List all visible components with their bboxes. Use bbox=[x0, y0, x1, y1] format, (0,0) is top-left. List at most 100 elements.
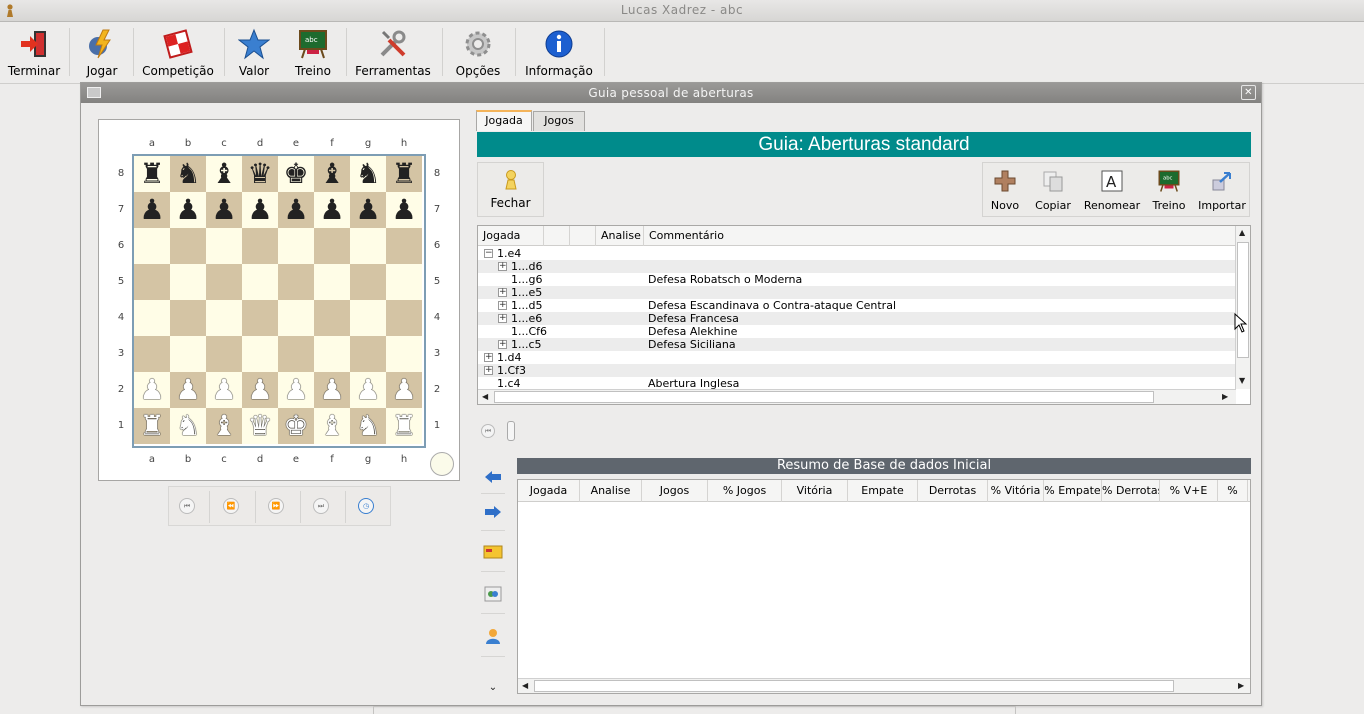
database-icon[interactable] bbox=[483, 584, 503, 604]
column-header-analise[interactable]: Analise bbox=[596, 226, 644, 246]
tree-row[interactable]: +1...d5 Defesa Escandinava o Contra-ataqu… bbox=[478, 299, 1236, 312]
board-square-b4[interactable] bbox=[170, 300, 206, 336]
board-square-b6[interactable] bbox=[170, 228, 206, 264]
expand-icon[interactable]: + bbox=[498, 314, 507, 323]
person-icon[interactable] bbox=[483, 626, 503, 646]
train-guide-button[interactable]: abc Treino bbox=[1149, 163, 1189, 216]
board-square-c7[interactable]: ♟ bbox=[206, 192, 242, 228]
tree-row[interactable]: 1...Cf6 Defesa Alekhine bbox=[478, 325, 1236, 338]
summary-column-header[interactable]: % V+E bbox=[1160, 480, 1218, 502]
toolbar-opcoes-button[interactable]: Opções bbox=[447, 22, 509, 82]
white-queen-icon[interactable]: ♛ bbox=[247, 412, 272, 440]
tree-row[interactable]: −1.e4 bbox=[478, 247, 1236, 260]
board-square-b5[interactable] bbox=[170, 264, 206, 300]
board-square-b8[interactable]: ♞ bbox=[170, 156, 206, 192]
board-square-d4[interactable] bbox=[242, 300, 278, 336]
board-square-d5[interactable] bbox=[242, 264, 278, 300]
board-square-d7[interactable]: ♟ bbox=[242, 192, 278, 228]
white-pawn-icon[interactable]: ♟ bbox=[139, 376, 164, 404]
chess-board[interactable]: ♜ ♞ ♝ ♛ ♚ ♝ ♞ ♜ ♟ ♟ ♟ ♟ ♟ ♟ ♟ ♟ ♟ ♟ ♟ ♟ ♟ ♟ ♟ ♟ ♜ ♞ ♝ ♛ ♚ ♝ ♞ ♜ bbox=[132, 154, 426, 448]
board-square-g8[interactable]: ♞ bbox=[350, 156, 386, 192]
black-knight-icon[interactable]: ♞ bbox=[175, 160, 200, 188]
arrow-left-icon[interactable] bbox=[483, 467, 503, 487]
scroll-thumb[interactable] bbox=[494, 391, 1154, 403]
board-square-h6[interactable] bbox=[386, 228, 422, 264]
nav-forward-button[interactable]: ⏩ bbox=[268, 498, 284, 514]
summary-column-header[interactable]: Jogada bbox=[518, 480, 580, 502]
toolbar-informacao-button[interactable]: Informação bbox=[520, 22, 598, 82]
tree-navigation-slider[interactable]: ⏮ bbox=[479, 419, 519, 443]
board-square-c1[interactable]: ♝ bbox=[206, 408, 242, 444]
toolbar-jogar-button[interactable]: Jogar bbox=[74, 22, 130, 82]
white-pawn-icon[interactable]: ♟ bbox=[247, 376, 272, 404]
board-square-a8[interactable]: ♜ bbox=[134, 156, 170, 192]
white-rook-icon[interactable]: ♜ bbox=[391, 412, 416, 440]
black-bishop-icon[interactable]: ♝ bbox=[319, 160, 344, 188]
board-square-c2[interactable]: ♟ bbox=[206, 372, 242, 408]
board-square-f5[interactable] bbox=[314, 264, 350, 300]
board-square-e8[interactable]: ♚ bbox=[278, 156, 314, 192]
scroll-down-icon[interactable]: ▼ bbox=[1239, 376, 1245, 385]
toolbar-ferramentas-button[interactable]: Ferramentas bbox=[352, 22, 434, 82]
white-pawn-icon[interactable]: ♟ bbox=[391, 376, 416, 404]
column-header-blank[interactable] bbox=[544, 226, 570, 246]
rename-guide-button[interactable]: A Renomear bbox=[1083, 163, 1141, 216]
board-square-f7[interactable]: ♟ bbox=[314, 192, 350, 228]
board-square-f4[interactable] bbox=[314, 300, 350, 336]
new-guide-button[interactable]: Novo bbox=[985, 163, 1025, 216]
black-pawn-icon[interactable]: ♟ bbox=[175, 196, 200, 224]
rewind-icon[interactable]: ⏮ bbox=[481, 424, 495, 438]
toolbar-terminar-button[interactable]: Terminar bbox=[2, 22, 66, 82]
board-square-g6[interactable] bbox=[350, 228, 386, 264]
board-square-e5[interactable] bbox=[278, 264, 314, 300]
board-square-h1[interactable]: ♜ bbox=[386, 408, 422, 444]
scroll-thumb[interactable] bbox=[1237, 242, 1249, 358]
expand-icon[interactable]: + bbox=[498, 301, 507, 310]
chevron-double-down-icon[interactable]: ⌄ bbox=[483, 677, 503, 697]
close-guide-button[interactable]: Fechar bbox=[477, 162, 544, 217]
board-square-e7[interactable]: ♟ bbox=[278, 192, 314, 228]
white-knight-icon[interactable]: ♞ bbox=[355, 412, 380, 440]
board-square-h7[interactable]: ♟ bbox=[386, 192, 422, 228]
arrow-right-icon[interactable] bbox=[483, 502, 503, 522]
board-square-c5[interactable] bbox=[206, 264, 242, 300]
board-square-f2[interactable]: ♟ bbox=[314, 372, 350, 408]
board-square-d6[interactable] bbox=[242, 228, 278, 264]
white-king-icon[interactable]: ♚ bbox=[283, 412, 308, 440]
board-square-f8[interactable]: ♝ bbox=[314, 156, 350, 192]
summary-column-header[interactable]: Jogos bbox=[642, 480, 708, 502]
scroll-left-icon[interactable]: ◀ bbox=[522, 681, 528, 690]
board-square-b2[interactable]: ♟ bbox=[170, 372, 206, 408]
tree-row[interactable]: +1...c5 Defesa Siciliana bbox=[478, 338, 1236, 351]
black-bishop-icon[interactable]: ♝ bbox=[211, 160, 236, 188]
tab-jogada[interactable]: Jogada bbox=[476, 110, 532, 131]
board-square-a5[interactable] bbox=[134, 264, 170, 300]
board-square-h8[interactable]: ♜ bbox=[386, 156, 422, 192]
board-square-d3[interactable] bbox=[242, 336, 278, 372]
summary-column-header[interactable]: Derrotas bbox=[918, 480, 988, 502]
summary-column-header[interactable]: % Jogos bbox=[708, 480, 782, 502]
expand-icon[interactable]: + bbox=[498, 262, 507, 271]
board-square-h2[interactable]: ♟ bbox=[386, 372, 422, 408]
dialog-close-button[interactable]: ✕ bbox=[1241, 85, 1256, 100]
tree-horizontal-scrollbar[interactable]: ◀ ▶ bbox=[478, 389, 1236, 404]
expand-icon[interactable]: + bbox=[498, 340, 507, 349]
summary-column-header[interactable]: % Vitória bbox=[988, 480, 1044, 502]
board-square-e2[interactable]: ♟ bbox=[278, 372, 314, 408]
board-square-a1[interactable]: ♜ bbox=[134, 408, 170, 444]
board-square-g1[interactable]: ♞ bbox=[350, 408, 386, 444]
board-square-e4[interactable] bbox=[278, 300, 314, 336]
summary-column-header[interactable]: Empate bbox=[848, 480, 918, 502]
tree-row[interactable]: +1...e6 Defesa Francesa bbox=[478, 312, 1236, 325]
board-square-a7[interactable]: ♟ bbox=[134, 192, 170, 228]
column-header-jogada[interactable]: Jogada bbox=[478, 226, 544, 246]
column-header-comentario[interactable]: Commentário bbox=[644, 226, 1236, 246]
white-pawn-icon[interactable]: ♟ bbox=[319, 376, 344, 404]
nav-first-button[interactable]: ⏮ bbox=[179, 498, 195, 514]
board-square-g5[interactable] bbox=[350, 264, 386, 300]
board-square-b7[interactable]: ♟ bbox=[170, 192, 206, 228]
nav-back-button[interactable]: ⏪ bbox=[223, 498, 239, 514]
copy-guide-button[interactable]: Copiar bbox=[1031, 163, 1075, 216]
collapse-icon[interactable]: − bbox=[484, 249, 493, 258]
board-square-g4[interactable] bbox=[350, 300, 386, 336]
